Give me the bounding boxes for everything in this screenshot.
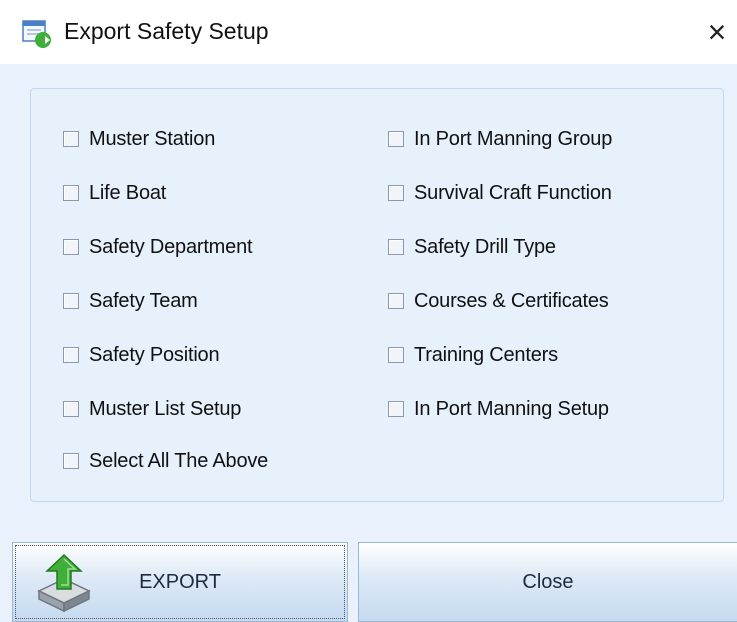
checkbox[interactable] xyxy=(63,347,79,363)
option-in-port-manning-setup[interactable]: In Port Manning Setup xyxy=(388,395,609,423)
checkbox[interactable] xyxy=(388,401,404,417)
window-title: Export Safety Setup xyxy=(64,18,269,44)
option-life-boat[interactable]: Life Boat xyxy=(63,179,166,207)
checkbox[interactable] xyxy=(63,185,79,201)
option-safety-department[interactable]: Safety Department xyxy=(63,233,253,261)
option-safety-position[interactable]: Safety Position xyxy=(63,341,220,369)
close-button-label: Close xyxy=(522,570,574,593)
close-button[interactable]: Close xyxy=(358,542,737,622)
checkbox[interactable] xyxy=(63,453,79,469)
options-group: Muster Station Life Boat Safety Departme… xyxy=(30,88,724,502)
option-courses-certificates[interactable]: Courses & Certificates xyxy=(388,287,609,315)
option-select-all[interactable]: Select All The Above xyxy=(63,447,268,475)
option-training-centers[interactable]: Training Centers xyxy=(388,341,558,369)
checkbox[interactable] xyxy=(388,131,404,147)
option-survival-craft-function[interactable]: Survival Craft Function xyxy=(388,179,612,207)
export-button-label: EXPORT xyxy=(139,570,221,593)
close-icon[interactable]: × xyxy=(697,10,737,54)
checkbox[interactable] xyxy=(388,239,404,255)
option-muster-station[interactable]: Muster Station xyxy=(63,125,215,153)
checkbox[interactable] xyxy=(63,401,79,417)
checkbox[interactable] xyxy=(63,131,79,147)
export-window-icon xyxy=(22,19,52,49)
checkbox[interactable] xyxy=(388,293,404,309)
title-bar: Export Safety Setup × xyxy=(0,0,737,64)
option-in-port-manning-group[interactable]: In Port Manning Group xyxy=(388,125,612,153)
dialog-body: Muster Station Life Boat Safety Departme… xyxy=(0,64,737,622)
option-safety-team[interactable]: Safety Team xyxy=(63,287,198,315)
tray-upload-arrow-icon xyxy=(33,551,95,615)
checkbox[interactable] xyxy=(63,293,79,309)
checkbox[interactable] xyxy=(388,347,404,363)
export-button[interactable]: EXPORT xyxy=(12,542,348,622)
option-safety-drill-type[interactable]: Safety Drill Type xyxy=(388,233,556,261)
checkbox[interactable] xyxy=(388,185,404,201)
checkbox[interactable] xyxy=(63,239,79,255)
option-muster-list-setup[interactable]: Muster List Setup xyxy=(63,395,241,423)
